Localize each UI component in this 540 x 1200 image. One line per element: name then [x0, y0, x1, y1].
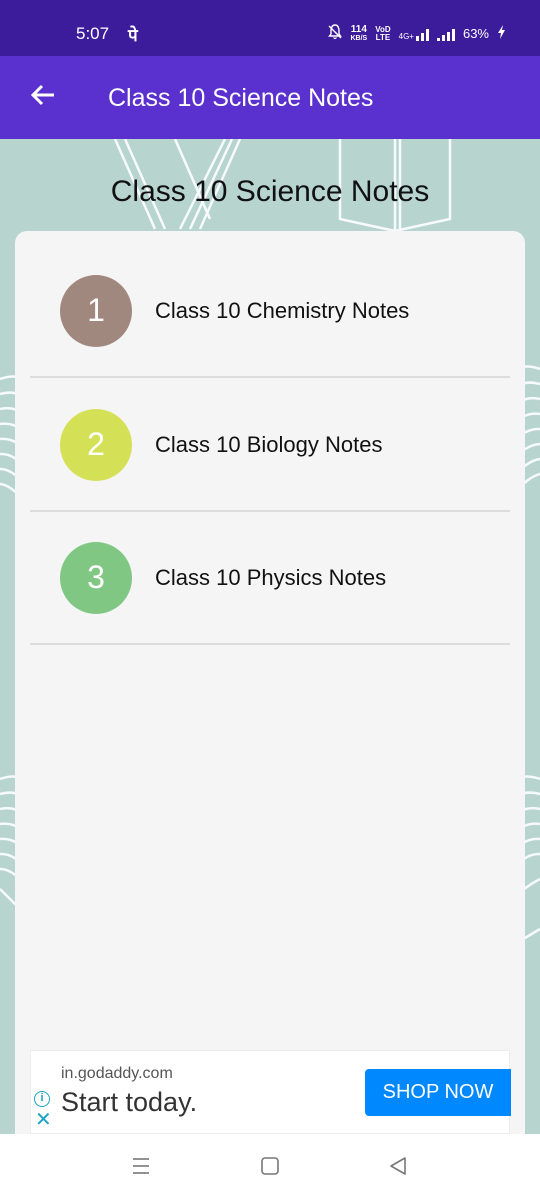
- signal-strength-icon: [436, 27, 455, 41]
- back-button[interactable]: [24, 78, 62, 116]
- net-speed-value: 114: [350, 23, 367, 35]
- battery-level: 63%: [462, 26, 489, 41]
- square-icon: [260, 1156, 280, 1181]
- ad-info-icon[interactable]: i: [34, 1091, 50, 1107]
- app-bar-title: Class 10 Science Notes: [108, 84, 374, 112]
- ad-domain: in.godaddy.com: [61, 1065, 173, 1082]
- triangle-back-icon: [388, 1156, 408, 1181]
- back-nav-button[interactable]: [383, 1154, 413, 1182]
- net-speed: 114 KB/S: [350, 23, 368, 43]
- notification-glyph: पे: [128, 26, 138, 45]
- system-nav-bar: [0, 1134, 540, 1200]
- list-item-biology[interactable]: 2 Class 10 Biology Notes: [30, 379, 510, 512]
- status-indicators: 114 KB/S VoD LTE 4G+ 63%: [328, 24, 506, 43]
- arrow-left-icon: [30, 83, 56, 112]
- status-time: 5:07: [76, 24, 110, 43]
- number-badge: 1: [60, 274, 132, 347]
- menu-icon: [131, 1157, 151, 1180]
- mute-bell-icon: [328, 24, 343, 43]
- number-badge: 3: [60, 541, 132, 614]
- volte-indicator: VoD LTE: [375, 25, 391, 42]
- net-speed-unit: KB/S: [350, 34, 368, 42]
- list-item-label: Class 10 Biology Notes: [155, 431, 383, 457]
- network-type: 4G+: [398, 31, 414, 41]
- list-item-label: Class 10 Chemistry Notes: [155, 297, 410, 323]
- ad-headline: Start today.: [61, 1087, 198, 1117]
- ad-close-icon[interactable]: ✕: [35, 1110, 52, 1130]
- list-item-chemistry[interactable]: 1 Class 10 Chemistry Notes: [30, 245, 510, 378]
- notes-list-card: 1 Class 10 Chemistry Notes 2 Class 10 Bi…: [15, 231, 525, 1134]
- number-badge: 2: [60, 408, 132, 481]
- status-bar: 5:07 पे 114 KB/S VoD LTE 4G+ 63%: [0, 0, 540, 56]
- list-item-label: Class 10 Physics Notes: [155, 564, 387, 590]
- list-item-physics[interactable]: 3 Class 10 Physics Notes: [30, 512, 510, 645]
- ad-banner[interactable]: in.godaddy.com i Start today. ✕ SHOP NOW: [30, 1050, 511, 1134]
- app-bar: Class 10 Science Notes: [0, 56, 540, 139]
- page-heading: Class 10 Science Notes: [110, 175, 430, 208]
- signal-4g-icon: 4G+: [399, 27, 429, 41]
- volte-bottom: LTE: [375, 32, 391, 42]
- home-button[interactable]: [255, 1154, 285, 1182]
- shop-now-button[interactable]: SHOP NOW: [365, 1069, 511, 1116]
- charging-icon: [497, 25, 506, 42]
- recents-button[interactable]: [126, 1154, 156, 1182]
